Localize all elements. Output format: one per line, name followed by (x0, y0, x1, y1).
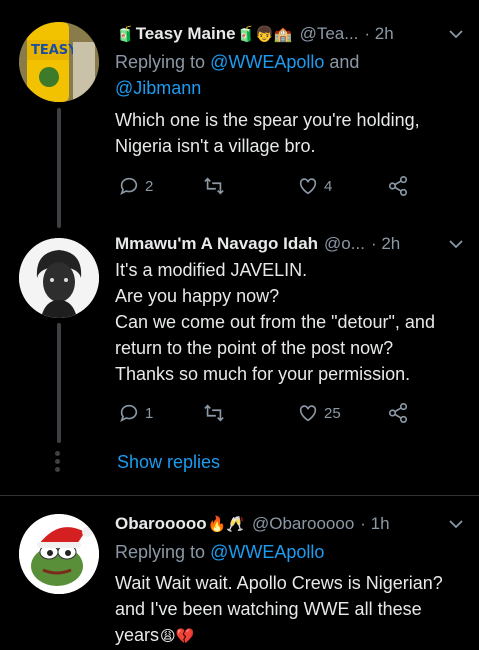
thread-line (57, 108, 61, 228)
like-count: 25 (324, 404, 341, 422)
retweet-button[interactable] (203, 402, 225, 424)
tweet-header: 🧃 Teasy Maine 🧃👦🏫 @Tea... · 2h (115, 22, 465, 46)
replying-and: and (324, 52, 360, 72)
tweet-text: Wait Wait wait. Apollo Crews is Nigerian… (115, 570, 465, 650)
mention-link[interactable]: @WWEApollo (210, 542, 324, 562)
replying-prefix: Replying to (115, 542, 211, 562)
reply-button[interactable]: 2 (118, 175, 153, 197)
tweet-text: Which one is the spear you're holding, N… (115, 110, 420, 156)
tweet-actions: 2 4 (115, 175, 435, 199)
avatar-brand-text: TEASY (31, 43, 78, 58)
reply-button[interactable]: 1 (118, 402, 153, 424)
tweet-header: Mmawu'm A Navago Idah @o... · 2h (115, 232, 465, 256)
reply-icon (120, 404, 138, 423)
share-icon (388, 403, 408, 423)
reply-count: 2 (145, 177, 154, 195)
user-handle[interactable]: @Tea... (300, 24, 359, 44)
tweet-header: Obarooooo 🔥🥂 @Obarooooo · 1h (115, 512, 465, 536)
tweet-text-line: It's a modified JAVELIN. (115, 260, 308, 280)
chevron-down-icon[interactable] (449, 517, 463, 531)
mention-link[interactable]: @Jibmann (115, 78, 201, 98)
replying-to: Replying to @WWEApollo (115, 539, 455, 565)
show-replies-link[interactable]: Show replies (117, 452, 220, 473)
like-icon (299, 178, 317, 195)
share-icon (388, 176, 408, 196)
avatar-obarooooo[interactable] (19, 514, 99, 594)
emoji-icon: 🧃 (116, 26, 135, 43)
tweet-2[interactable]: Mmawu'm A Navago Idah @o... · 2h It's a … (0, 225, 479, 495)
reply-count: 1 (145, 404, 154, 422)
emoji-icon: 🔥🥂 (207, 516, 245, 533)
retweet-icon (204, 404, 224, 422)
replying-to: Replying to @WWEApollo and @Jibmann (115, 49, 415, 101)
timestamp[interactable]: · 1h (360, 514, 389, 534)
retweet-icon (204, 177, 224, 195)
tweet-text-line: Are you happy now? (115, 286, 280, 306)
tweet-text-line: Can we come out from the "detour", and r… (115, 312, 435, 358)
like-button[interactable]: 25 (297, 402, 341, 424)
tweet-1[interactable]: TEASY 🧃 Teasy Maine 🧃👦🏫 @Tea... · 2h Rep… (0, 0, 479, 228)
display-name[interactable]: Obarooooo (115, 514, 207, 534)
user-handle[interactable]: @o... (324, 234, 365, 254)
share-button[interactable] (387, 175, 409, 197)
tweet-text: It's a modified JAVELIN. Are you happy n… (115, 257, 465, 387)
tweet-text-line: Thanks so much for your permission. (115, 364, 411, 384)
share-button[interactable] (387, 402, 409, 424)
chevron-down-icon[interactable] (449, 27, 463, 41)
thread-line (57, 323, 61, 443)
display-name[interactable]: Teasy Maine (136, 24, 236, 44)
emoji-icon: 🧃👦🏫 (236, 26, 293, 43)
thread-dots (55, 448, 60, 475)
user-handle[interactable]: @Obarooooo (252, 514, 354, 534)
retweet-button[interactable] (203, 175, 225, 197)
timestamp[interactable]: · 2h (364, 24, 393, 44)
tweet-actions: 1 25 (115, 402, 435, 426)
like-button[interactable]: 4 (297, 175, 332, 197)
replying-prefix: Replying to (115, 52, 211, 72)
avatar-teasy[interactable]: TEASY (19, 22, 99, 102)
tweet-3[interactable]: Obarooooo 🔥🥂 @Obarooooo · 1h Replying to… (0, 496, 479, 649)
display-name[interactable]: Mmawu'm A Navago Idah (115, 234, 318, 254)
avatar-mmawu[interactable] (19, 238, 99, 318)
timestamp[interactable]: · 2h (371, 234, 400, 254)
reply-icon (120, 177, 138, 196)
chevron-down-icon[interactable] (449, 237, 463, 251)
emoji-icon: 😩💔 (160, 628, 195, 645)
like-count: 4 (324, 177, 333, 195)
like-icon (299, 405, 317, 422)
mention-link[interactable]: @WWEApollo (210, 52, 324, 72)
